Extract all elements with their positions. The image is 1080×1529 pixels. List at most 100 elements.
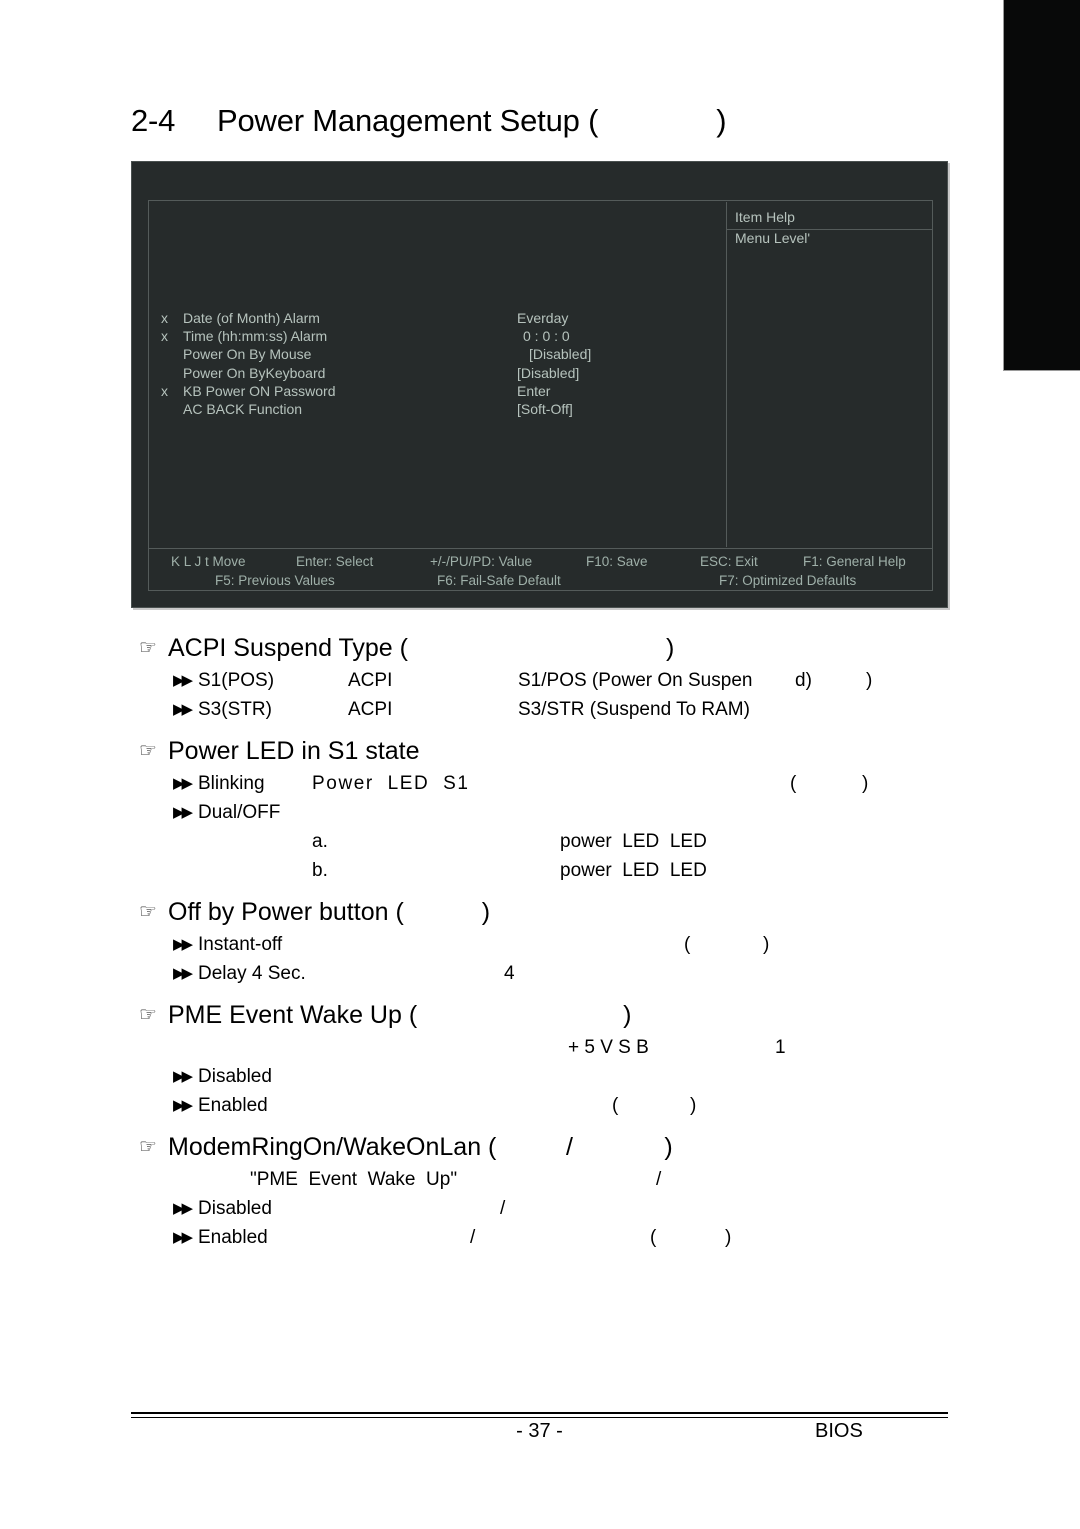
option-choice-label: Instant-off (198, 934, 283, 955)
option-section-heading-text: ModemRingOn/WakeOnLan ( (168, 1133, 497, 1161)
option-choice: ▶▶ S3(STR) ACPI S3/STR (Suspend To RAM) (0, 695, 1080, 724)
bios-screen-frame: x Date (of Month) Alarm Everday x Time (hh:m… (148, 200, 933, 591)
bios-key-legend-row-1: K L J t Move Enter: Select +/-/PU/PD: Valu… (149, 554, 932, 573)
option-section-heading: ☞ Power LED in S1 state (0, 733, 1080, 769)
option-choice: ▶▶ Delay 4 Sec. 4 (0, 959, 1080, 988)
footer-rule-top (131, 1412, 948, 1414)
double-arrow-icon: ▶▶ (173, 701, 193, 718)
bios-option-value[interactable]: [Disabled] (517, 364, 579, 382)
option-choice-label: Disabled (198, 1198, 272, 1219)
bios-option-row[interactable]: x Date (of Month) Alarm Everday (161, 309, 731, 327)
bios-key-hint: K L J t Move (171, 554, 246, 569)
option-choice: ▶▶ Blinking Power LED S1 () (0, 769, 1080, 798)
bios-option-label: Date (of Month) Alarm (183, 310, 320, 326)
double-arrow-icon: ▶▶ (173, 965, 193, 982)
option-description-text: S3/STR (Suspend To RAM) (518, 699, 750, 720)
option-description-text: / (470, 1227, 476, 1248)
section-number: 2-4 (131, 103, 176, 138)
bios-option-value[interactable]: [Soft-Off] (517, 400, 573, 418)
bios-option-row[interactable]: x Time (hh:mm:ss) Alarm 0 : 0 : 0 (161, 327, 731, 345)
option-description-text: ( (790, 773, 797, 794)
option-section-heading-close-paren: ) (664, 1133, 673, 1161)
page-title: 2-4 Power Management Setup () (131, 103, 931, 149)
double-arrow-icon: ▶▶ (173, 1097, 193, 1114)
option-section-heading: ☞ ACPI Suspend Type () (0, 630, 1080, 666)
option-description-text: S1/POS (Power On Suspen (518, 670, 753, 691)
double-arrow-icon: ▶▶ (173, 1200, 193, 1217)
bios-key-hint: ESC: Exit (700, 554, 758, 569)
double-arrow-icon: ▶▶ (173, 936, 193, 953)
section-title-close-paren: ) (716, 103, 727, 138)
option-choice: ▶▶ Instant-off () (0, 930, 1080, 959)
option-note: a. power LED LED (0, 827, 1080, 856)
bios-setup-screenshot: x Date (of Month) Alarm Everday x Time (hh:m… (131, 161, 948, 608)
option-choice-label: Enabled (198, 1095, 268, 1116)
option-choice-label: S1(POS) (198, 670, 275, 691)
option-choice: ▶▶ Enabled / () (0, 1223, 1080, 1252)
bios-key-hint: F5: Previous Values (215, 573, 335, 588)
option-choice-label: S3(STR) (198, 699, 272, 720)
item-help-panel: Item Help Menu Level' (726, 202, 933, 547)
bios-key-hint: F10: Save (586, 554, 648, 569)
option-note: "PME Event Wake Up" / (0, 1165, 1080, 1194)
option-choice: ▶▶ Disabled / (0, 1194, 1080, 1223)
bios-key-hint: Enter: Select (296, 554, 374, 569)
option-choice-label: Disabled (198, 1066, 272, 1087)
bios-option-label: Power On By Mouse (183, 346, 312, 363)
bios-key-hint: F7: Optimized Defaults (719, 573, 857, 588)
bios-option-value[interactable]: 0 : 0 : 0 (523, 327, 570, 345)
bios-key-hint: F1: General Help (803, 554, 906, 569)
option-section-heading-separator: / (566, 1133, 573, 1161)
bios-option-value[interactable]: Enter (517, 382, 550, 400)
pointing-hand-icon: ☞ (139, 740, 157, 762)
footer-rule-bottom (131, 1417, 948, 1418)
bios-screen-body: x Date (of Month) Alarm Everday x Time (hh:m… (149, 201, 933, 549)
bios-option-row[interactable]: x KB Power ON Password Enter (161, 382, 731, 400)
bios-key-hint: F6: Fail-Safe Default (437, 573, 561, 588)
pointing-hand-icon: ☞ (139, 901, 157, 923)
menu-level-text: Menu Level' (735, 230, 811, 246)
section-title: Power Management Setup ( (217, 103, 599, 138)
bios-option-value[interactable]: Everday (517, 309, 568, 327)
bios-option-row[interactable]: Power On By Mouse [Disabled] (161, 345, 731, 363)
option-description-text: power LED LED (560, 831, 707, 852)
double-arrow-icon: ▶▶ (173, 1068, 193, 1085)
option-section-acpi-suspend-type: ☞ ACPI Suspend Type () ▶▶ S1(POS) ACPI S1/POS… (0, 630, 1080, 733)
bios-option-value[interactable]: [Disabled] (529, 345, 591, 363)
option-choice: ▶▶ Enabled () (0, 1091, 1080, 1120)
pointing-hand-icon: ☞ (139, 637, 157, 659)
option-description-text: ) (763, 934, 770, 955)
option-section-heading-text: Off by Power button ( (168, 898, 404, 926)
double-arrow-icon: ▶▶ (173, 804, 193, 821)
option-description-text: ) (725, 1227, 732, 1248)
option-section-heading: ☞ Off by Power button () (0, 894, 1080, 930)
pointing-hand-icon: ☞ (139, 1136, 157, 1158)
option-description-text: ( (612, 1095, 619, 1116)
option-section-power-led-in-s1-state: ☞ Power LED in S1 state ▶▶ Blinking Power LE… (0, 733, 1080, 894)
footer-chapter-label: BIOS (815, 1420, 863, 1442)
bios-key-legend-row-2: F5: Previous Values F6: Fail-Safe Default… (149, 573, 932, 592)
item-help-title: Item Help (735, 209, 795, 225)
option-description-text: b. (312, 860, 328, 881)
option-description-text: ) (862, 773, 869, 794)
option-section-heading: ☞ ModemRingOn/WakeOnLan ( /) (0, 1129, 1080, 1165)
option-section-heading-close-paren: ) (481, 898, 491, 926)
option-choice: ▶▶ Dual/OFF (0, 798, 1080, 827)
option-section-heading-close-paren: ) (665, 634, 675, 662)
option-description-text: power LED LED (560, 860, 707, 881)
option-description-text: 1 (775, 1037, 786, 1058)
option-description-text: ( (684, 934, 691, 955)
option-description-text: 4 (504, 963, 515, 984)
option-description-text: Power LED S1 (312, 773, 470, 794)
bios-option-list: x Date (of Month) Alarm Everday x Time (hh:m… (161, 309, 731, 418)
option-description-text: + 5 V S B (568, 1037, 649, 1058)
bios-option-row[interactable]: Power On ByKeyboard [Disabled] (161, 364, 731, 382)
option-description-text: / (656, 1169, 662, 1190)
option-choice-label: Enabled (198, 1227, 268, 1248)
bios-option-disabled-flag: x (161, 382, 168, 399)
bios-option-row[interactable]: AC BACK Function [Soft-Off] (161, 400, 731, 418)
manual-option-descriptions: ☞ ACPI Suspend Type () ▶▶ S1(POS) ACPI S1/POS… (0, 630, 1080, 1261)
